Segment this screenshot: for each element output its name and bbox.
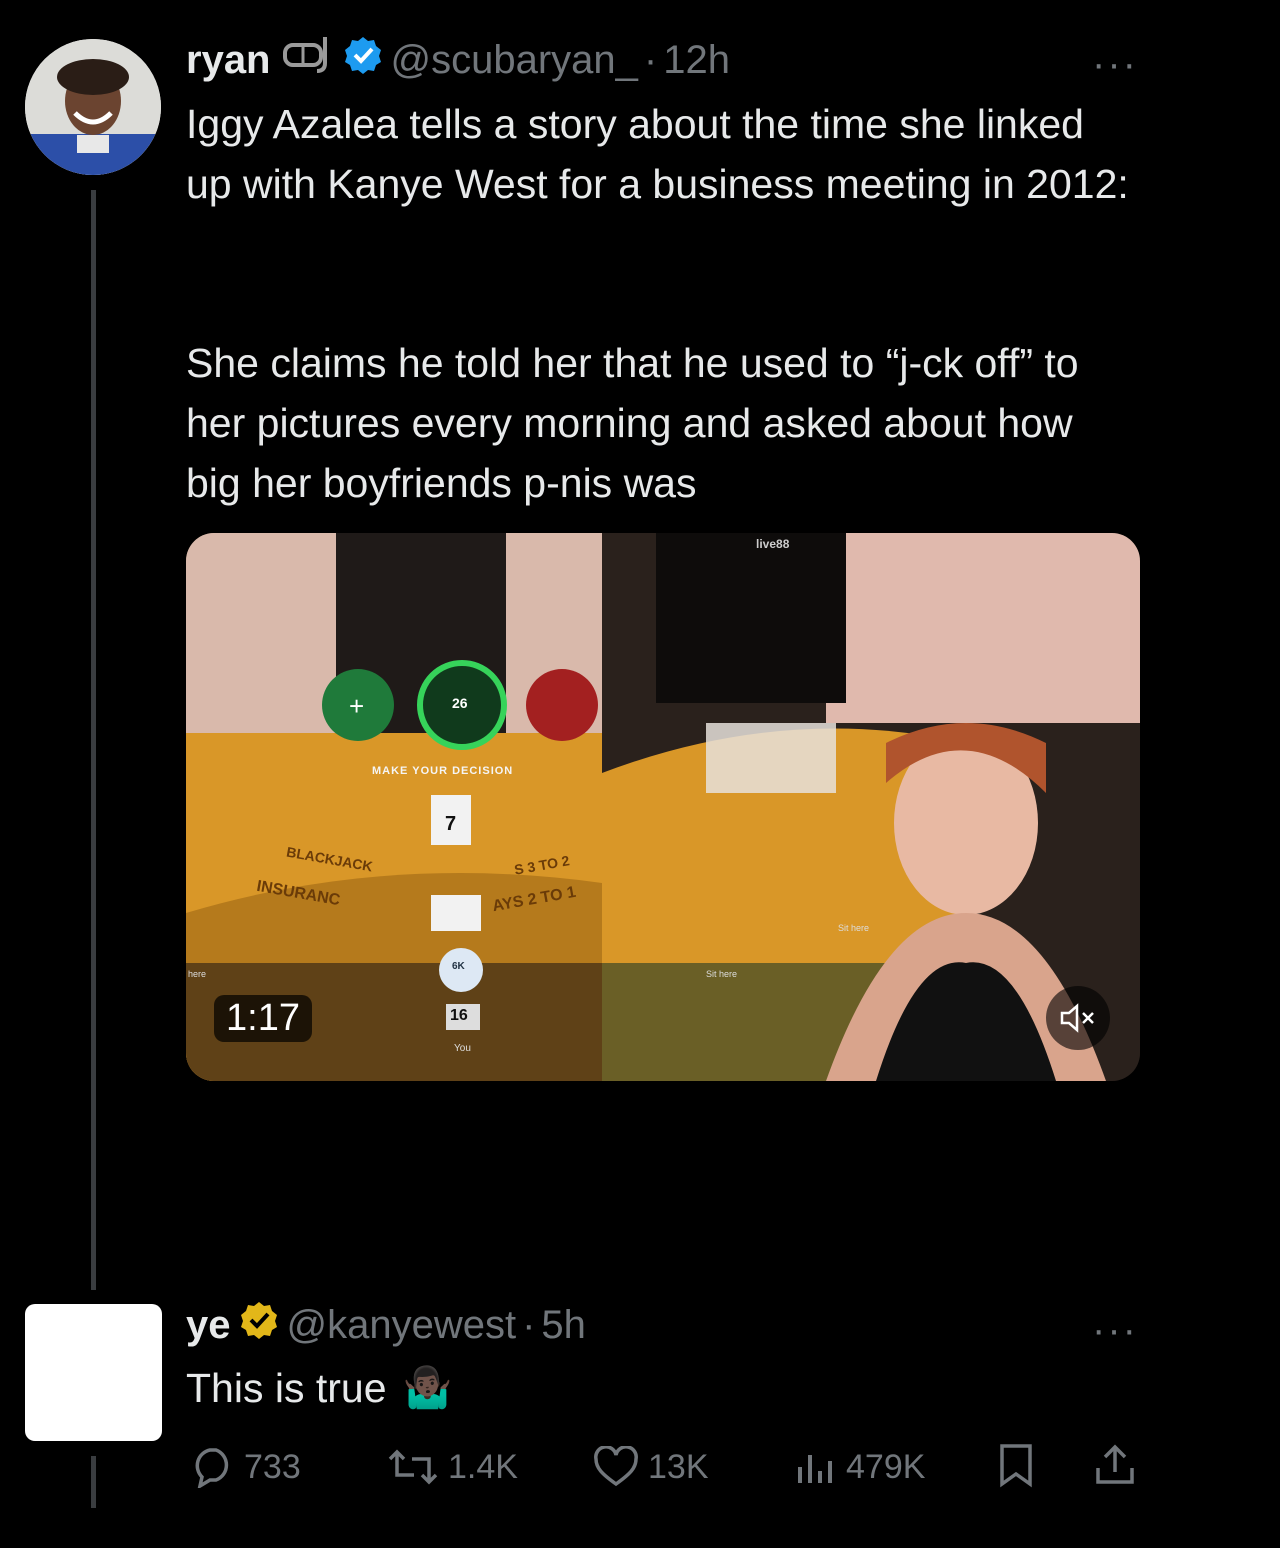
tweet-paragraph-1: Iggy Azalea tells a story about the time…: [186, 101, 1129, 207]
video-overlay-score: 16: [450, 1007, 468, 1024]
bookmark-icon[interactable]: [996, 1442, 1036, 1493]
author-handle[interactable]: @kanyewest: [287, 1303, 517, 1348]
repost-count: 1.4K: [448, 1447, 518, 1486]
avatar[interactable]: [25, 1304, 162, 1441]
tweet-header: ryan @scubaryan_ · 12h: [186, 35, 730, 85]
reply-action[interactable]: 733: [190, 1440, 301, 1494]
separator-dot: ·: [522, 1302, 536, 1347]
tweet-paragraph-2: She claims he told her that he used to “…: [186, 340, 1079, 506]
view-count: 479K: [846, 1447, 926, 1486]
thread-connector-bottom: [91, 1456, 96, 1508]
avatar-photo: [25, 39, 161, 175]
video-overlay-prompt: MAKE YOUR DECISION: [372, 765, 514, 777]
video-overlay-brand: live88: [756, 537, 790, 551]
reply-count: 733: [244, 1447, 301, 1486]
speaker-muted-icon[interactable]: [1046, 986, 1110, 1050]
author-name[interactable]: ryan: [186, 38, 271, 83]
avatar[interactable]: [25, 39, 161, 175]
reply-text: This is true: [186, 1365, 387, 1411]
more-options-icon[interactable]: ···: [1092, 1310, 1138, 1350]
video-frame: [186, 533, 1140, 1081]
author-name[interactable]: ye: [186, 1303, 231, 1348]
views-chart-icon: [798, 1455, 832, 1483]
repost-icon: [388, 1449, 438, 1485]
reply-text-row: This is true 🤷🏿‍♂️: [186, 1358, 1136, 1418]
video-overlay-timer: 26: [452, 695, 468, 711]
reply-icon: [195, 1448, 229, 1488]
repost-action[interactable]: 1.4K: [386, 1440, 518, 1494]
like-count: 13K: [648, 1447, 709, 1486]
share-icon[interactable]: [1094, 1442, 1136, 1493]
timestamp[interactable]: 5h: [541, 1303, 586, 1348]
video-overlay-card: 7: [445, 813, 457, 835]
timestamp[interactable]: 12h: [663, 38, 730, 83]
verified-gold-badge-icon: [239, 1300, 279, 1350]
video-overlay-seat: here: [188, 969, 207, 979]
video-overlay-seat-right-2: Sit here: [838, 923, 870, 933]
video-overlay-seat-right-1: Sit here: [706, 969, 738, 979]
thread-connector: [91, 190, 96, 1290]
reply-header: ye @kanyewest · 5h: [186, 1300, 586, 1350]
heart-icon: [594, 1446, 638, 1487]
more-options-icon[interactable]: ···: [1092, 44, 1138, 84]
video-overlay-player: You: [454, 1043, 471, 1054]
author-handle[interactable]: @scubaryan_: [391, 38, 638, 83]
video-overlay-add: +: [349, 691, 365, 721]
person-shrugging-emoji: 🤷🏿‍♂️: [402, 1366, 453, 1410]
like-action[interactable]: 13K: [592, 1440, 709, 1494]
video-overlay-chip: 6K: [452, 961, 465, 972]
views-action[interactable]: 479K: [794, 1440, 925, 1494]
separator-dot: ·: [643, 37, 658, 82]
verified-badge-icon: [343, 35, 383, 85]
scuba-mask-emoji-icon: [279, 35, 335, 85]
video-player[interactable]: MAKE YOUR DECISION + 26 7 BLACKJACK INSU…: [186, 533, 1140, 1081]
video-duration-badge: 1:17: [214, 995, 312, 1042]
